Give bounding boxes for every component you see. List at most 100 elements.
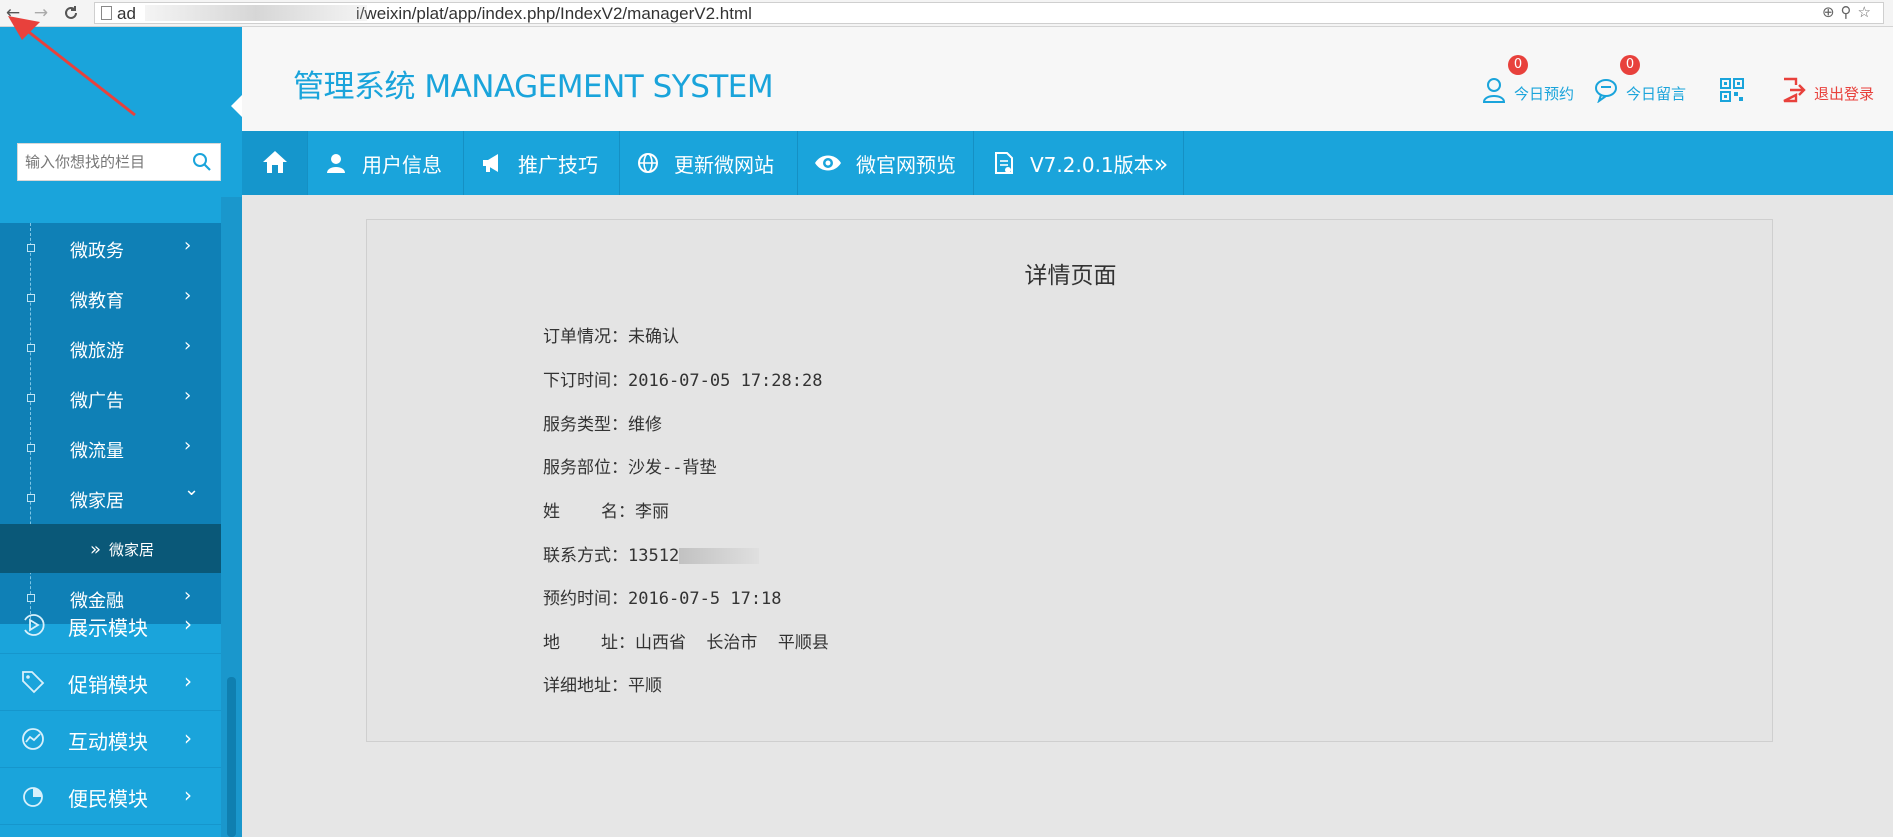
home-tab[interactable]: [242, 131, 308, 195]
user-icon: [327, 154, 345, 173]
appointments-badge: 0: [1508, 55, 1528, 75]
version-label: V7.2.0.1版本»: [1030, 150, 1169, 178]
sidebar-module-label: 促销模块: [68, 673, 148, 697]
sidebar-item-label: 微旅游: [70, 341, 124, 362]
sidebar-item-label: 微家居: [70, 491, 124, 512]
row-key: 服务部位：: [543, 458, 628, 478]
chevron-right-icon: ›: [184, 335, 192, 356]
sub-menu: 微政务 › 微教育 › 微旅游 › 微广告 › 微流量 › 微家居 ⌄ » 微家…: [0, 223, 221, 624]
detail-row-appointment-time: 预约时间：2016-07-5 17:18: [543, 584, 782, 609]
sidebar-module-label: 便民模块: [68, 787, 148, 811]
row-key: 地 址：: [543, 633, 635, 653]
sidebar-item-wei-jiaoyu[interactable]: 微教育 ›: [0, 273, 221, 323]
pin-icon[interactable]: ⚲: [1841, 3, 1858, 21]
detail-row-address: 地 址：山西省 长治市 平顺县: [543, 628, 829, 653]
appointments-label: 今日预约: [1514, 85, 1575, 103]
tab-version[interactable]: V7.2.0.1版本»: [974, 131, 1184, 195]
sidebar-search: [17, 143, 221, 181]
tree-node-icon: [27, 394, 35, 402]
globe-icon: [638, 153, 658, 173]
sidebar-scrollbar-thumb[interactable]: [227, 677, 236, 837]
detail-panel: 详情页面 订单情况：未确认 下订时间：2016-07-05 17:28:28 服…: [366, 219, 1773, 742]
play-circle-icon: [24, 614, 45, 636]
chart-circle-icon: [22, 728, 44, 750]
sidebar-item-label: 微广告: [70, 391, 124, 412]
app-header: 管理系统 MANAGEMENT SYSTEM 0 今日预约 0 今日留言 退出登…: [242, 27, 1893, 131]
double-chevron-right-icon: »: [1153, 150, 1169, 178]
detail-title: 详情页面: [1024, 263, 1117, 289]
tab-label: 微官网预览: [856, 153, 956, 177]
address-bar[interactable]: ad i/weixin/plat/app/index.php/IndexV2/ma…: [94, 2, 1884, 24]
double-chevron-icon: »: [90, 539, 102, 560]
row-value: 13512: [628, 546, 680, 566]
annotation-arrow-icon: [8, 16, 136, 117]
detail-row-order-status: 订单情况：未确认: [543, 322, 679, 347]
sidebar-item-label: 微流量: [70, 441, 124, 462]
sidebar-item-wei-guanggao[interactable]: 微广告 ›: [0, 373, 221, 423]
row-value: 山西省 长治市 平顺县: [634, 633, 829, 653]
row-value: 平顺: [628, 676, 662, 696]
document-icon: [995, 152, 1013, 174]
address-bar-icons: ⊕⚲☆: [1822, 3, 1877, 21]
row-key: 预约时间：: [543, 589, 628, 609]
sidebar-module-display[interactable]: 展示模块 ›: [0, 597, 221, 654]
tab-promotion-tips[interactable]: 推广技巧: [464, 131, 620, 195]
tab-label: 推广技巧: [518, 153, 598, 177]
tree-node-icon: [27, 344, 35, 352]
row-value: 李丽: [634, 502, 669, 522]
url-redaction: [145, 5, 367, 21]
browser-toolbar: ← → ad i/weixin/plat/app/index.php/IndexV…: [0, 0, 1893, 27]
chevron-right-icon: ›: [184, 726, 192, 750]
row-value: 维修: [628, 415, 662, 435]
sidebar-module-interaction[interactable]: 互动模块 ›: [0, 711, 221, 768]
chevron-right-icon: ›: [184, 612, 192, 636]
megaphone-icon: [483, 154, 498, 172]
top-navigation: 用户信息 推广技巧 更新微网站 微官网预览 V7.2.0.1版本»: [242, 131, 1893, 195]
chat-bubble-icon: [1595, 79, 1617, 103]
chevron-right-icon: ›: [184, 385, 192, 406]
row-key: 下订时间：: [543, 371, 628, 391]
sidebar-item-wei-lvyou[interactable]: 微旅游 ›: [0, 323, 221, 373]
sidebar-module-promotion[interactable]: 促销模块 ›: [0, 654, 221, 711]
chevron-right-icon: ›: [184, 783, 192, 807]
main-content: 详情页面 订单情况：未确认 下订时间：2016-07-05 17:28:28 服…: [242, 195, 1893, 837]
tab-site-preview[interactable]: 微官网预览: [798, 131, 974, 195]
tab-user-info[interactable]: 用户信息: [308, 131, 464, 195]
row-key: 服务类型：: [543, 415, 628, 435]
sidebar-item-wei-zhengwu[interactable]: 微政务 ›: [0, 223, 221, 273]
sidebar-module-convenience[interactable]: 便民模块 ›: [0, 768, 221, 825]
chevron-right-icon: ›: [184, 669, 192, 693]
home-icon: [263, 151, 287, 173]
search-input[interactable]: [18, 144, 186, 180]
sidebar-module-label: 展示模块: [68, 616, 148, 640]
tree-node-icon: [27, 494, 35, 502]
tag-icon: [22, 671, 45, 694]
sidebar-scrollbar[interactable]: [221, 197, 242, 837]
row-key: 详细地址：: [543, 676, 628, 696]
sidebar-subitem-wei-jiaju[interactable]: » 微家居: [0, 524, 221, 573]
detail-row-service-part: 服务部位：沙发--背垫: [543, 453, 716, 478]
sidebar-item-label: 微教育: [70, 291, 124, 312]
detail-row-service-type: 服务类型：维修: [543, 410, 662, 435]
eye-icon: [815, 155, 841, 171]
row-value: 未确认: [628, 327, 679, 347]
sidebar-subitem-label: 微家居: [109, 541, 155, 559]
tab-label: 用户信息: [362, 153, 442, 177]
row-value: 沙发--背垫: [628, 458, 717, 478]
row-value: 2016-07-05 17:28:28: [628, 371, 823, 391]
search-icon[interactable]: [192, 152, 212, 172]
tab-update-microsite[interactable]: 更新微网站: [620, 131, 798, 195]
sidebar-item-wei-jiaju[interactable]: 微家居 ⌄: [0, 473, 221, 523]
messages-badge: 0: [1620, 55, 1640, 75]
row-key: 姓 名：: [543, 502, 635, 522]
phone-redaction: [679, 548, 760, 564]
chevron-down-icon: ⌄: [184, 479, 200, 500]
star-icon[interactable]: ☆: [1858, 3, 1877, 21]
sidebar: 微政务 › 微教育 › 微旅游 › 微广告 › 微流量 › 微家居 ⌄: [0, 27, 243, 837]
pie-circle-icon: [23, 787, 43, 807]
messages-label: 今日留言: [1626, 85, 1687, 103]
zoom-icon[interactable]: ⊕: [1822, 3, 1841, 21]
row-key: 联系方式：: [543, 546, 628, 566]
sidebar-item-wei-liuliang[interactable]: 微流量 ›: [0, 423, 221, 473]
detail-row-contact: 联系方式：13512: [543, 541, 760, 566]
